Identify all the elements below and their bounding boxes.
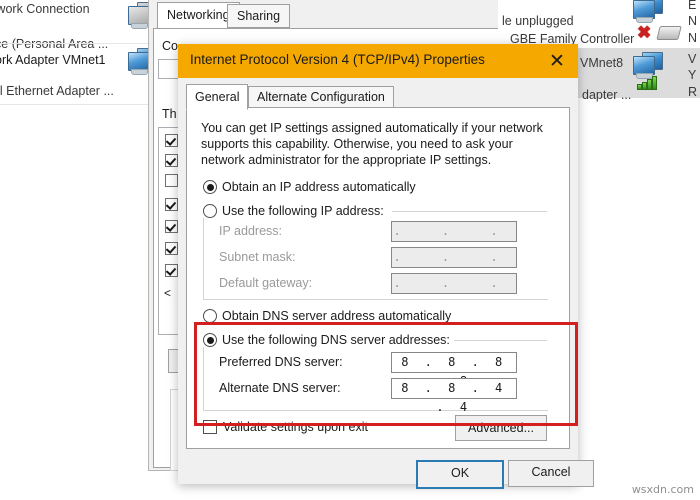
background-connect-label: Co — [162, 39, 178, 53]
dialog-title: Internet Protocol Version 4 (TCP/IPv4) P… — [190, 52, 485, 67]
alternate-dns-label: Alternate DNS server: — [219, 381, 341, 395]
radio-use-following-dns-label: Use the following DNS server addresses: — [222, 333, 450, 347]
background-listbox-checkbox-0[interactable] — [165, 134, 178, 147]
ip-address-input[interactable]: . . . — [391, 221, 517, 242]
disconnected-red-x-icon: ✖ — [637, 23, 652, 42]
subnet-mask-label: Subnet mask: — [219, 250, 296, 264]
background-listbox-checkbox-5[interactable] — [165, 242, 178, 255]
right-item-1-line1: V — [688, 52, 697, 66]
right-text-unplugged: le unplugged — [502, 14, 574, 28]
radio-obtain-dns-automatically[interactable]: Obtain DNS server address automatically — [203, 309, 451, 323]
intro-text: You can get IP settings assigned automat… — [201, 121, 543, 167]
right-item-0-line2: N — [688, 14, 698, 28]
close-icon[interactable]: ✕ — [544, 48, 570, 74]
left-list-item-4: ual Ethernet Adapter ... — [0, 84, 114, 98]
preferred-dns-input-value: 8 . 8 . 8 . 8 — [401, 355, 507, 388]
general-tab-page: You can get IP settings assigned automat… — [186, 107, 570, 449]
signal-bars-icon — [637, 76, 659, 90]
subnet-mask-input[interactable]: . . . — [391, 247, 517, 268]
left-list-divider-0 — [0, 43, 150, 44]
radio-obtain-ip-automatically[interactable]: Obtain an IP address automatically — [203, 180, 416, 194]
left-list-item-0: etwork Connection — [0, 2, 90, 16]
network-monitor-icon-right-1 — [633, 52, 663, 79]
dialog-title-bar: Internet Protocol Version 4 (TCP/IPv4) P… — [178, 44, 578, 78]
background-listbox-checkbox-4[interactable] — [165, 220, 178, 233]
default-gateway-input-value: . . . — [393, 276, 515, 290]
background-tabstrip: Networking Sharing — [149, 0, 501, 30]
right-item-1-line3: R — [688, 85, 698, 99]
default-gateway-input[interactable]: . . . — [391, 273, 517, 294]
left-list-divider-1 — [0, 104, 150, 105]
validate-settings-checkbox-label: Validate settings upon exit — [223, 420, 369, 434]
subnet-mask-input-value: . . . — [393, 250, 515, 264]
right-item-0-line3: N — [688, 31, 698, 45]
network-monitor-icon-left-0 — [128, 2, 150, 29]
ip-address-label: IP address: — [219, 224, 283, 238]
radio-use-following-ip[interactable]: Use the following IP address: — [203, 204, 388, 218]
ok-button[interactable]: OK — [416, 460, 504, 489]
radio-use-following-dns-indicator — [203, 333, 217, 347]
background-listbox-checkbox-2[interactable] — [165, 174, 178, 187]
radio-use-following-ip-label: Use the following IP address: — [222, 204, 384, 218]
dialog-body: General Alternate Configuration You can … — [178, 78, 594, 489]
background-network-connections-left: etwork Connection ed vice (Personal Area… — [0, 0, 150, 440]
ip-address-input-value: . . . — [393, 224, 515, 238]
radio-obtain-ip-automatically-label: Obtain an IP address automatically — [222, 180, 416, 194]
tab-general[interactable]: General — [186, 84, 249, 110]
network-monitor-icon-left-1 — [128, 48, 150, 75]
alternate-dns-input[interactable]: 8 . 8 . 4 . 4 — [391, 378, 517, 414]
network-plug-icon — [656, 26, 682, 40]
radio-obtain-dns-automatically-indicator — [203, 309, 217, 323]
dialog-tabstrip: General Alternate Configuration — [186, 84, 570, 110]
default-gateway-label: Default gateway: — [219, 276, 313, 290]
preferred-dns-input[interactable]: 8 . 8 . 8 . 8 — [391, 352, 517, 388]
radio-use-following-dns[interactable]: Use the following DNS server addresses: — [203, 333, 454, 347]
right-text-adapter: dapter ... — [582, 88, 632, 102]
watermark: wsxdn.com — [631, 483, 694, 496]
right-item-1-line2: Y — [688, 68, 697, 82]
background-tab-sharing[interactable]: Sharing — [227, 4, 291, 28]
validate-settings-checkbox[interactable]: Validate settings upon exit — [203, 420, 368, 434]
right-text-vmnet8: VMnet8 — [580, 56, 624, 70]
background-items-label: Th — [162, 107, 177, 121]
background-listbox-checkbox-1[interactable] — [165, 154, 178, 167]
tcpipv4-properties-dialog: Internet Protocol Version 4 (TCP/IPv4) P… — [178, 44, 594, 489]
cancel-button[interactable]: Cancel — [508, 460, 594, 487]
preferred-dns-label: Preferred DNS server: — [219, 355, 343, 369]
background-listbox-checkbox-3[interactable] — [165, 198, 178, 211]
alternate-dns-input-value: 8 . 8 . 4 . 4 — [401, 381, 507, 414]
right-item-0-line1: E — [688, 0, 697, 12]
validate-settings-checkbox-indicator — [203, 420, 217, 434]
screenshot-root: etwork Connection ed vice (Personal Area… — [0, 0, 700, 500]
radio-use-following-ip-indicator — [203, 204, 217, 218]
radio-obtain-dns-automatically-label: Obtain DNS server address automatically — [222, 309, 452, 323]
advanced-button[interactable]: Advanced... — [455, 415, 547, 441]
background-listbox-checkbox-6[interactable] — [165, 264, 178, 277]
left-list-item-2: vice (Personal Area ... — [0, 37, 109, 51]
tab-alternate-configuration[interactable]: Alternate Configuration — [248, 86, 394, 109]
network-monitor-icon-right-0 — [633, 0, 663, 23]
radio-obtain-ip-automatically-indicator — [203, 180, 217, 194]
background-listbox-scroll-arrow[interactable]: < — [164, 286, 171, 300]
dns-group-frame — [203, 340, 548, 411]
left-list-item-3: work Adapter VMnet1 — [0, 53, 106, 67]
